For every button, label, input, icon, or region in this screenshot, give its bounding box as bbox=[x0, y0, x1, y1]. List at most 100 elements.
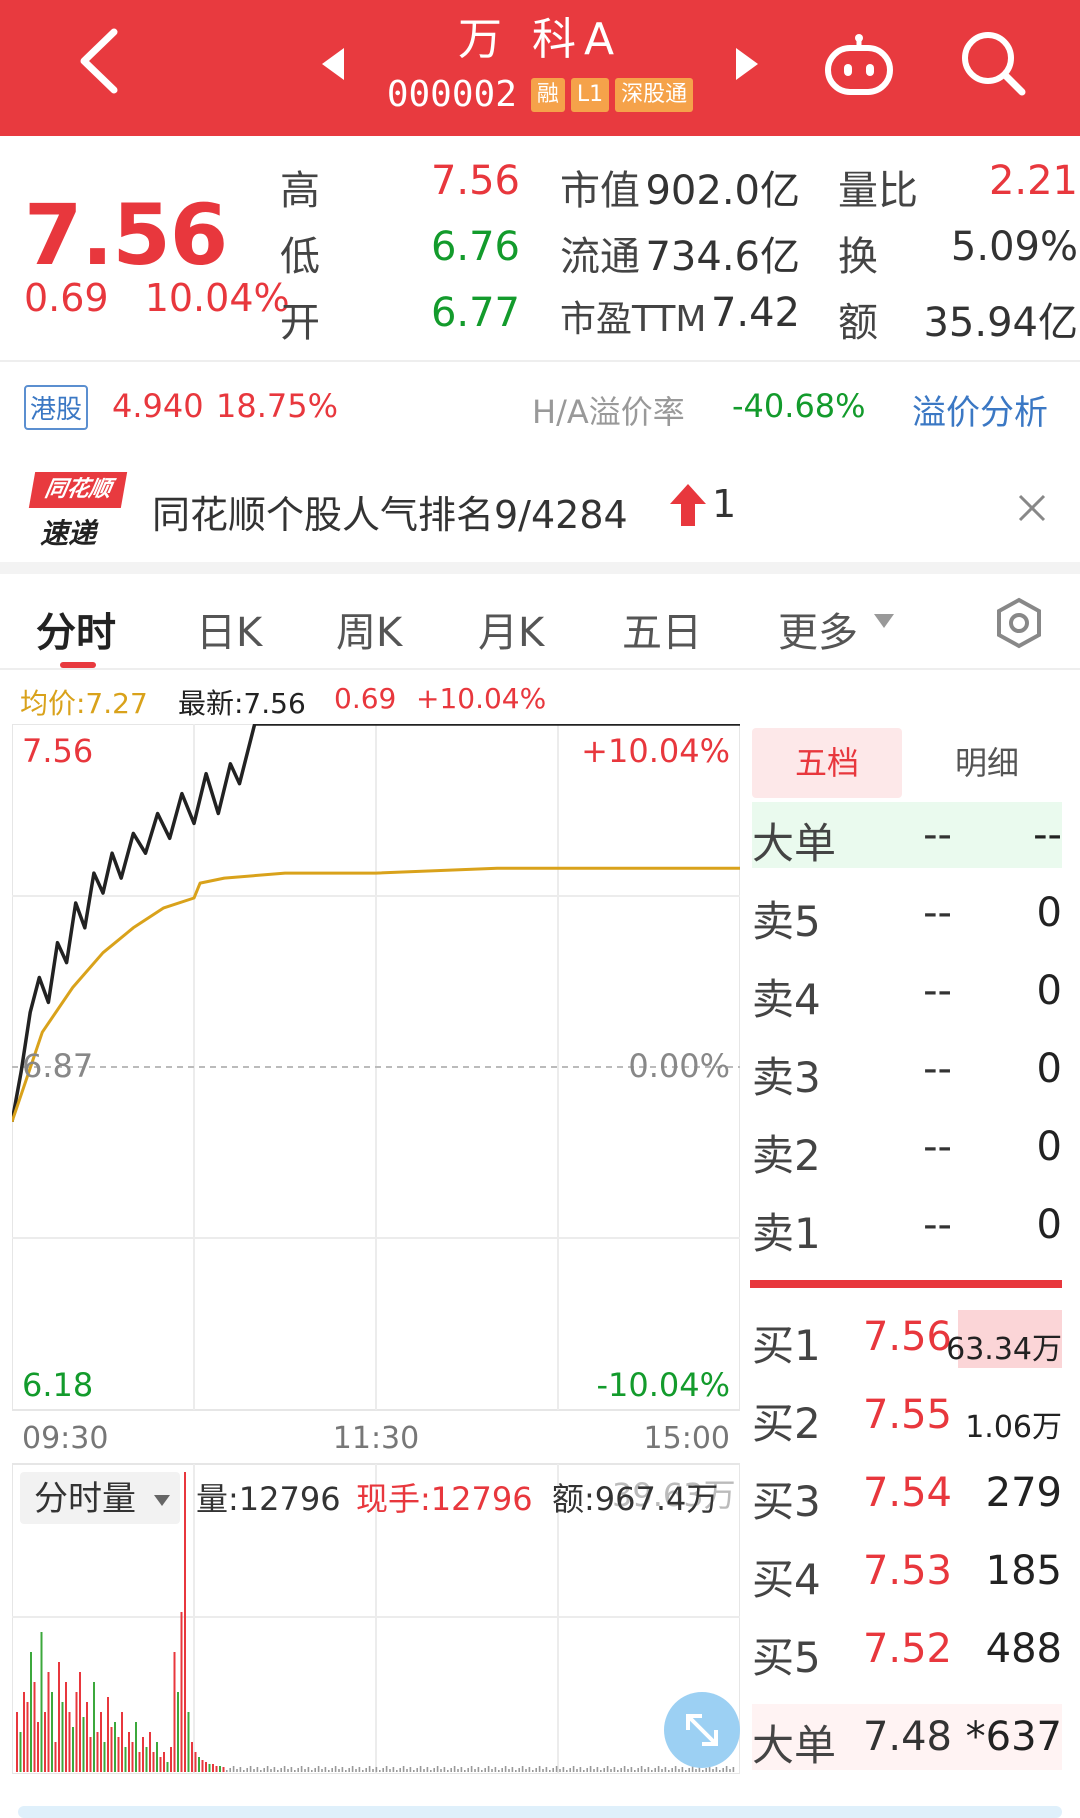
volume-bar bbox=[375, 1767, 378, 1772]
volume-bar bbox=[114, 1722, 116, 1772]
bid-label: 买3 bbox=[752, 1477, 821, 1526]
volume-bar bbox=[654, 1768, 656, 1772]
volume-bar bbox=[440, 1769, 442, 1772]
book-divider bbox=[750, 1280, 1062, 1288]
tag-level: L1 bbox=[570, 77, 610, 112]
volume-header: 分时量 量:12796 现手:12796 39.63万 额:967.4万 bbox=[20, 1472, 736, 1524]
ask-price: -- bbox=[923, 890, 952, 936]
volume-bar bbox=[518, 1768, 520, 1772]
volume-bar bbox=[79, 1672, 81, 1772]
tab-more[interactable]: 更多 bbox=[778, 600, 858, 658]
volume-bar bbox=[447, 1770, 449, 1772]
volume-bar bbox=[477, 1767, 480, 1772]
volume-bar bbox=[637, 1768, 639, 1772]
tab-intraday[interactable]: 分时 bbox=[36, 600, 116, 658]
tab-five-level[interactable]: 五档 bbox=[752, 728, 902, 798]
tab-monthly-k[interactable]: 月K bbox=[478, 600, 544, 658]
volume-bar bbox=[191, 1742, 193, 1772]
volume-bar bbox=[579, 1767, 582, 1772]
volume-bar bbox=[273, 1767, 276, 1772]
volume-bar bbox=[450, 1768, 452, 1772]
volume-bar bbox=[300, 1766, 303, 1772]
volume-bar bbox=[184, 1472, 186, 1772]
volume-bar bbox=[385, 1766, 388, 1772]
prev-stock-icon[interactable] bbox=[318, 44, 348, 84]
volume-bar bbox=[511, 1767, 514, 1772]
premium-analysis-link[interactable]: 溢价分析 bbox=[912, 385, 1048, 434]
volume-bar bbox=[545, 1767, 548, 1772]
volume-bar bbox=[470, 1766, 473, 1772]
bid-price: 7.56 bbox=[862, 1314, 952, 1360]
volume-bar bbox=[555, 1766, 558, 1772]
volume-bar bbox=[705, 1768, 707, 1772]
latest-price-label: 最新:7.56 bbox=[178, 687, 306, 720]
big-order-price: -- bbox=[923, 812, 952, 858]
volume-selector[interactable]: 分时量 bbox=[34, 1479, 136, 1519]
bid-row: 买1 7.56 63.34万 bbox=[752, 1304, 1062, 1370]
volume-bar bbox=[528, 1767, 531, 1772]
tab-daily-k[interactable]: 日K bbox=[196, 600, 262, 658]
low-value: 6.76 bbox=[430, 224, 520, 270]
volume-bar bbox=[163, 1752, 165, 1772]
big-bid-price: 7.48 bbox=[862, 1714, 952, 1760]
volume-bar bbox=[453, 1766, 456, 1772]
last-price: 7.56 bbox=[24, 186, 228, 284]
header-bar: 万 科A 000002 融 L1 深股通 bbox=[0, 0, 1080, 136]
ask-row: 卖1 -- 0 bbox=[752, 1192, 1062, 1258]
tab-weekly-k[interactable]: 周K bbox=[336, 600, 402, 658]
bid-label: 买4 bbox=[752, 1555, 821, 1604]
volume-bar bbox=[436, 1766, 439, 1772]
volume-bar bbox=[156, 1742, 158, 1772]
volume-bar bbox=[287, 1769, 289, 1772]
logo-bottom-text: 速递 bbox=[40, 517, 97, 550]
volume-bar bbox=[362, 1770, 364, 1772]
volume-bar bbox=[128, 1732, 130, 1772]
close-icon[interactable] bbox=[1014, 490, 1050, 526]
float-label: 流通 bbox=[560, 234, 640, 280]
volume-bar bbox=[606, 1766, 609, 1772]
volume-bar bbox=[423, 1769, 425, 1772]
high-value: 7.56 bbox=[430, 158, 520, 204]
volume-bar bbox=[433, 1768, 435, 1772]
volume-bar bbox=[212, 1764, 214, 1772]
tab-five-day[interactable]: 五日 bbox=[622, 600, 702, 658]
volume-bar bbox=[657, 1766, 660, 1772]
volume-bar bbox=[623, 1766, 626, 1772]
ask-vol: 0 bbox=[1036, 890, 1062, 936]
volume-bar bbox=[177, 1692, 179, 1772]
change-amount: 0.69 bbox=[24, 276, 109, 320]
volume-bar bbox=[249, 1766, 252, 1772]
robot-icon[interactable] bbox=[822, 34, 896, 98]
back-icon[interactable] bbox=[70, 26, 130, 96]
volume-bar bbox=[504, 1766, 507, 1772]
volume-bar bbox=[355, 1769, 357, 1772]
settings-hexagon-icon[interactable] bbox=[992, 596, 1046, 650]
tab-detail[interactable]: 明细 bbox=[912, 728, 1062, 798]
order-book: 五档 明细 大单 -- -- 卖5 -- 0 卖4 -- 0 卖3 -- 0 卖… bbox=[746, 728, 1068, 1788]
intraday-chart-svg: 7.56 6.87 6.18 +10.04% 0.00% -10.04% 09:30 11:3… bbox=[10, 722, 741, 1775]
bid-vol: 1.06万 bbox=[965, 1410, 1062, 1445]
info-change: 0.69 bbox=[334, 682, 397, 715]
popularity-banner[interactable]: 同花顺 速递 同花顺个股人气排名9/4284 1 bbox=[0, 460, 1080, 560]
volume-bar bbox=[569, 1768, 571, 1772]
bid-label: 买2 bbox=[752, 1399, 821, 1448]
volume-bar bbox=[54, 1742, 57, 1772]
volume-bar bbox=[358, 1767, 361, 1772]
amount-value: 35.94亿 bbox=[923, 300, 1078, 346]
volume-bar bbox=[266, 1766, 269, 1772]
expand-icon[interactable] bbox=[664, 1692, 740, 1768]
intraday-chart[interactable]: 7.56 6.87 6.18 +10.04% 0.00% -10.04% 09:30 11:3… bbox=[10, 722, 741, 1775]
search-icon[interactable] bbox=[958, 28, 1028, 98]
volume-bar bbox=[239, 1767, 242, 1772]
x-tick-label: 15:00 bbox=[644, 1421, 730, 1456]
volume-bar bbox=[219, 1766, 221, 1772]
x-tick-label: 11:30 bbox=[333, 1421, 419, 1456]
hk-share-row[interactable]: 港股 4.940 18.75% H/A溢价率 -40.68% 溢价分析 bbox=[0, 375, 1080, 445]
volume-bar bbox=[23, 1692, 25, 1772]
volume-bar bbox=[47, 1672, 50, 1772]
volume-bar bbox=[89, 1737, 92, 1772]
next-stock-icon[interactable] bbox=[732, 44, 762, 84]
volume-bar bbox=[392, 1767, 395, 1772]
premium-value: -40.68% bbox=[732, 387, 866, 425]
info-change-pct: +10.04% bbox=[416, 682, 547, 715]
